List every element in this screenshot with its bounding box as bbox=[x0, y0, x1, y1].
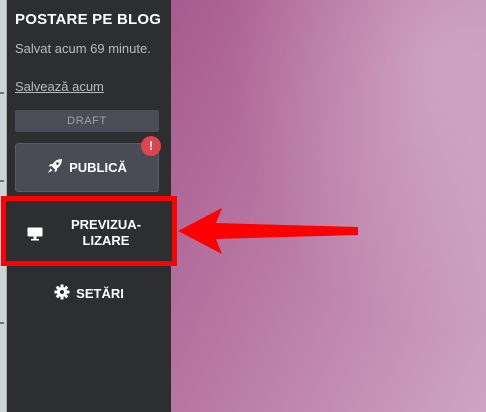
panel-title: POSTARE PE BLOG bbox=[15, 11, 162, 28]
saved-status: Salvat acum 69 minute. bbox=[15, 41, 151, 56]
save-now-link[interactable]: Salvează acum bbox=[15, 79, 104, 94]
gear-icon bbox=[54, 284, 70, 303]
publish-button[interactable]: PUBLICĂ bbox=[15, 143, 159, 192]
edge-tick bbox=[0, 322, 4, 324]
preview-label-line1: PREVIZUA- bbox=[70, 217, 142, 232]
edge-tick bbox=[0, 180, 4, 182]
settings-label: SETĂRI bbox=[76, 285, 124, 301]
publish-label: PUBLICĂ bbox=[69, 160, 127, 175]
preview-button[interactable]: PREVIZUA- LIZARE bbox=[1, 196, 177, 266]
edge-tick bbox=[0, 92, 4, 94]
editor-screen: POSTARE PE BLOG Salvat acum 69 minute. S… bbox=[0, 0, 486, 412]
settings-button[interactable]: SETĂRI bbox=[7, 281, 171, 305]
preview-label-line2: LIZARE bbox=[82, 233, 130, 248]
red-arrow bbox=[178, 208, 358, 254]
status-badge: DRAFT bbox=[15, 110, 159, 132]
alert-badge: ! bbox=[141, 136, 161, 156]
monitor-icon bbox=[27, 227, 43, 246]
rocket-icon bbox=[47, 158, 63, 177]
preview-label: PREVIZUA- LIZARE bbox=[46, 217, 166, 249]
